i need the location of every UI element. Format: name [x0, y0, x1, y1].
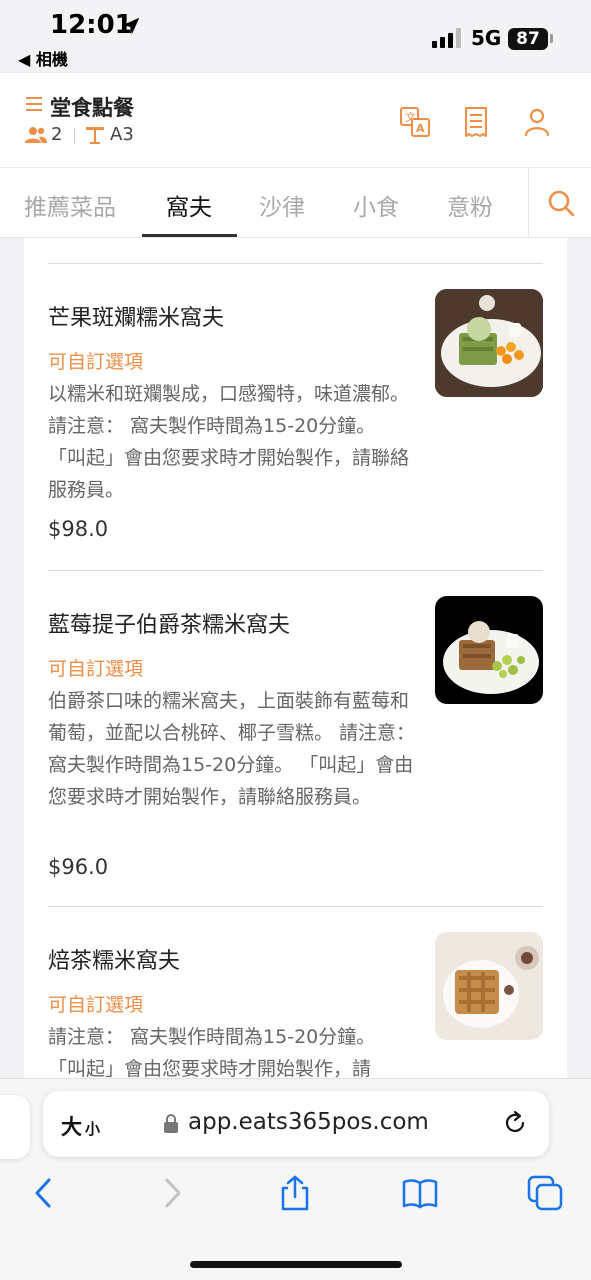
waffle-photo-hojicha [435, 932, 543, 1040]
location-arrow-icon [122, 17, 140, 35]
item-customizable-label: 可自訂選項 [48, 994, 144, 1016]
item-description: 伯爵茶口味的糯米窩夫，上面裝飾有藍莓和葡萄，並配以合桃碎、椰子雪糕。 請注意： … [48, 690, 416, 808]
url-text: app.eats365pos.com [188, 1109, 429, 1135]
reload-icon[interactable] [501, 1109, 529, 1137]
text-size-button[interactable]: 大 [61, 1111, 82, 1141]
svg-text:A: A [416, 122, 425, 135]
account-icon[interactable] [520, 105, 554, 139]
guests-icon [25, 127, 47, 143]
menu-icon[interactable] [26, 95, 44, 113]
tab-salad[interactable]: 沙律 [259, 188, 305, 222]
table-number: A3 [110, 124, 134, 145]
divider [74, 128, 75, 144]
text-size-button-small: 小 [85, 1120, 101, 1138]
bookmarks-icon[interactable] [402, 1175, 438, 1211]
item-description: 請注意： 窩夫製作時間為15-20分鐘。 「叫起」會由您要求時才開始製作，請 [48, 1026, 376, 1080]
category-tabs: 推薦菜品 窩夫 沙律 小食 意粉 [0, 168, 591, 238]
back-to-app-link[interactable]: ◀ 相機 [18, 46, 68, 70]
battery-tip [550, 34, 553, 43]
tab-snacks[interactable]: 小食 [353, 188, 399, 222]
item-description: 以糯米和斑斕製成，口感獨特，味道濃郁。 請注意： 窩夫製作時間為15-20分鐘。… [48, 383, 419, 501]
tab-recommended[interactable]: 推薦菜品 [24, 188, 116, 222]
browser-toolbar: 大 小 app.eats365pos.com [0, 1078, 591, 1280]
forward-icon[interactable] [154, 1175, 190, 1211]
cellular-signal-icon [432, 28, 461, 48]
home-indicator [190, 1261, 402, 1268]
tabs-icon[interactable] [527, 1175, 563, 1211]
app-header: 堂食點餐 2 A3 文 A [0, 72, 591, 168]
active-tab-indicator [142, 234, 237, 237]
divider [48, 906, 543, 907]
item-image[interactable] [435, 596, 543, 704]
item-name: 藍莓提子伯爵茶糯米窩夫 [48, 613, 291, 638]
back-icon[interactable] [26, 1175, 62, 1211]
table-icon [86, 127, 104, 144]
divider [48, 263, 543, 264]
guest-count: 2 [51, 124, 63, 145]
waffle-photo-mango [435, 289, 543, 397]
receipt-icon[interactable] [459, 105, 493, 139]
address-bar[interactable]: 大 小 app.eats365pos.com [43, 1091, 549, 1157]
item-price: $96.0 [48, 855, 109, 879]
battery-level: 87 [508, 28, 548, 50]
divider [48, 570, 543, 571]
search-icon[interactable] [546, 188, 576, 218]
lock-icon [164, 1114, 178, 1133]
tab-pasta[interactable]: 意粉 [447, 188, 493, 222]
item-customizable-label: 可自訂選項 [48, 658, 144, 680]
network-type: 5G [471, 26, 502, 50]
item-name: 芒果斑斕糯米窩夫 [48, 306, 225, 331]
item-image[interactable] [435, 289, 543, 397]
status-bar: 12:01 ◀ 相機 5G 87 [0, 0, 591, 72]
tab-waffles[interactable]: 窩夫 [166, 188, 212, 222]
page-title: 堂食點餐 [50, 96, 134, 120]
translate-icon[interactable]: 文 A [398, 105, 432, 139]
item-image[interactable] [435, 932, 543, 1040]
menu-list: 芒果斑斕糯米窩夫 可自訂選項 以糯米和斑斕製成，口感獨特，味道濃郁。 請注意： … [24, 238, 567, 1080]
item-name: 焙茶糯米窩夫 [48, 949, 181, 974]
waffle-photo-earl-grey [435, 596, 543, 704]
previous-tab-preview[interactable] [0, 1095, 30, 1159]
item-customizable-label: 可自訂選項 [48, 351, 144, 373]
divider [528, 168, 529, 238]
item-price: $98.0 [48, 517, 109, 541]
share-icon[interactable] [277, 1175, 313, 1211]
